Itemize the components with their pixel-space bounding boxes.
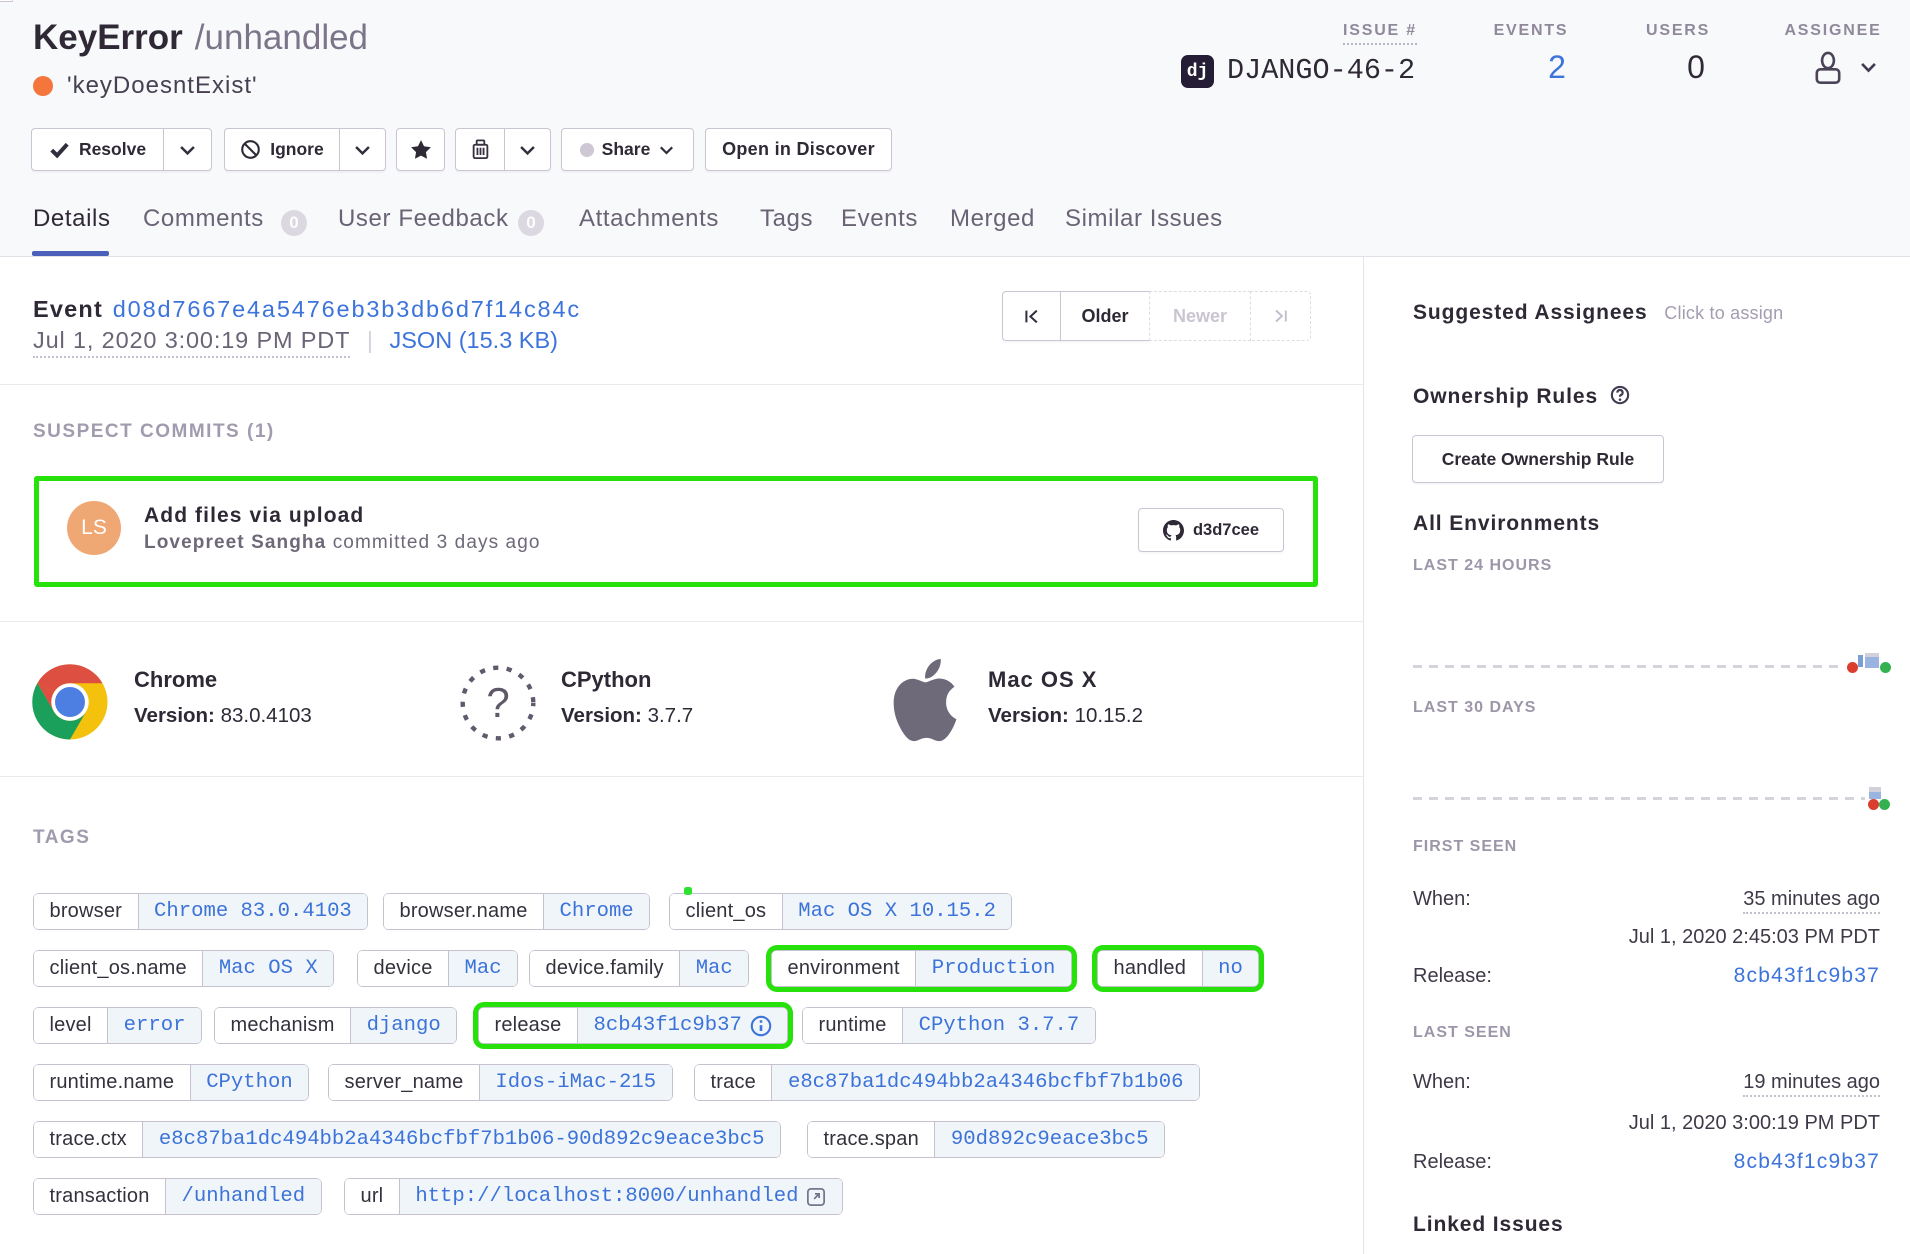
- svg-text:?: ?: [486, 679, 509, 726]
